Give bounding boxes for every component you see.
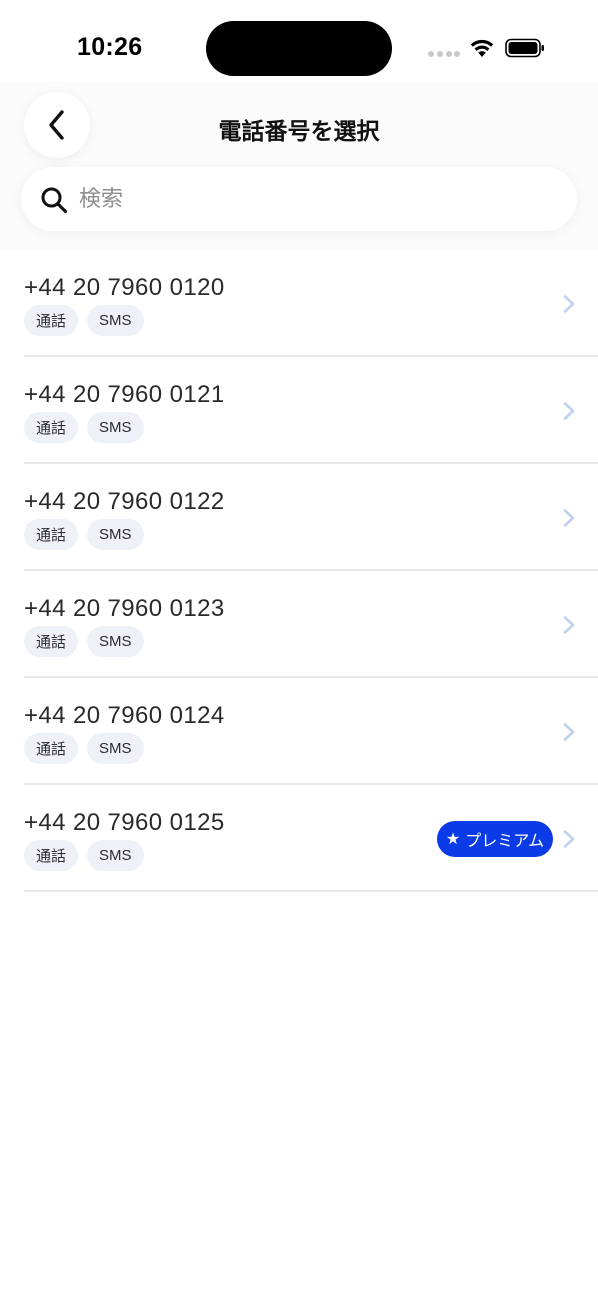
capability-tags: 通話 SMS (24, 305, 144, 336)
tag-sms: SMS (87, 626, 144, 657)
capability-tags: 通話 SMS (24, 840, 144, 871)
premium-badge-label: プレミアム (465, 833, 545, 850)
phone-number-row[interactable]: +44 20 7960 0121 通話 SMS (0, 357, 598, 464)
capability-tags: 通話 SMS (24, 733, 144, 764)
page-title: 電話番号を選択 (218, 118, 380, 144)
header: 電話番号を選択 (0, 82, 598, 250)
tag-call: 通話 (24, 305, 79, 336)
phone-number-row[interactable]: +44 20 7960 0122 通話 SMS (0, 464, 598, 571)
tag-call: 通話 (24, 733, 79, 764)
phone-number-row[interactable]: +44 20 7960 0125 通話 SMS ★ プレミアム (0, 785, 598, 892)
dynamic-island (206, 21, 392, 76)
tag-sms: SMS (87, 733, 144, 764)
capability-tags: 通話 SMS (24, 519, 144, 550)
chevron-right-icon (563, 509, 575, 527)
search-bar[interactable] (21, 167, 577, 231)
tag-sms: SMS (87, 412, 144, 443)
chevron-right-icon (563, 295, 575, 313)
chevron-right-icon (563, 830, 575, 848)
screen: 10:26 電話番号を選択 検索 +44 20 7960 0120 通話 SMS… (0, 0, 598, 1300)
phone-number-row[interactable]: +44 20 7960 0123 通話 SMS (0, 571, 598, 678)
phone-number: +44 20 7960 0124 (24, 702, 225, 729)
tag-call: 通話 (24, 840, 79, 871)
phone-number-row[interactable]: +44 20 7960 0124 通話 SMS (0, 678, 598, 785)
chevron-right-icon (563, 402, 575, 420)
tag-sms: SMS (87, 840, 144, 871)
phone-number: +44 20 7960 0122 (24, 488, 225, 515)
battery-icon (505, 38, 544, 58)
phone-number-row[interactable]: +44 20 7960 0120 通話 SMS (0, 250, 598, 357)
star-icon: ★ (445, 831, 461, 848)
phone-number: +44 20 7960 0123 (24, 595, 225, 622)
search-input[interactable] (79, 167, 559, 231)
wifi-icon (470, 39, 494, 57)
chevron-right-icon (563, 616, 575, 634)
status-time: 10:26 (77, 33, 143, 61)
tag-call: 通話 (24, 412, 79, 443)
premium-badge: ★ プレミアム (437, 821, 553, 857)
search-icon (41, 187, 68, 214)
phone-number: +44 20 7960 0125 (24, 809, 225, 836)
signal-icon (428, 51, 460, 57)
phone-number: +44 20 7960 0120 (24, 274, 225, 301)
chevron-right-icon (563, 723, 575, 741)
tag-call: 通話 (24, 626, 79, 657)
tag-sms: SMS (87, 305, 144, 336)
phone-number-list: +44 20 7960 0120 通話 SMS +44 20 7960 0121… (0, 250, 598, 892)
tag-call: 通話 (24, 519, 79, 550)
tag-sms: SMS (87, 519, 144, 550)
phone-number: +44 20 7960 0121 (24, 381, 225, 408)
capability-tags: 通話 SMS (24, 412, 144, 443)
capability-tags: 通話 SMS (24, 626, 144, 657)
